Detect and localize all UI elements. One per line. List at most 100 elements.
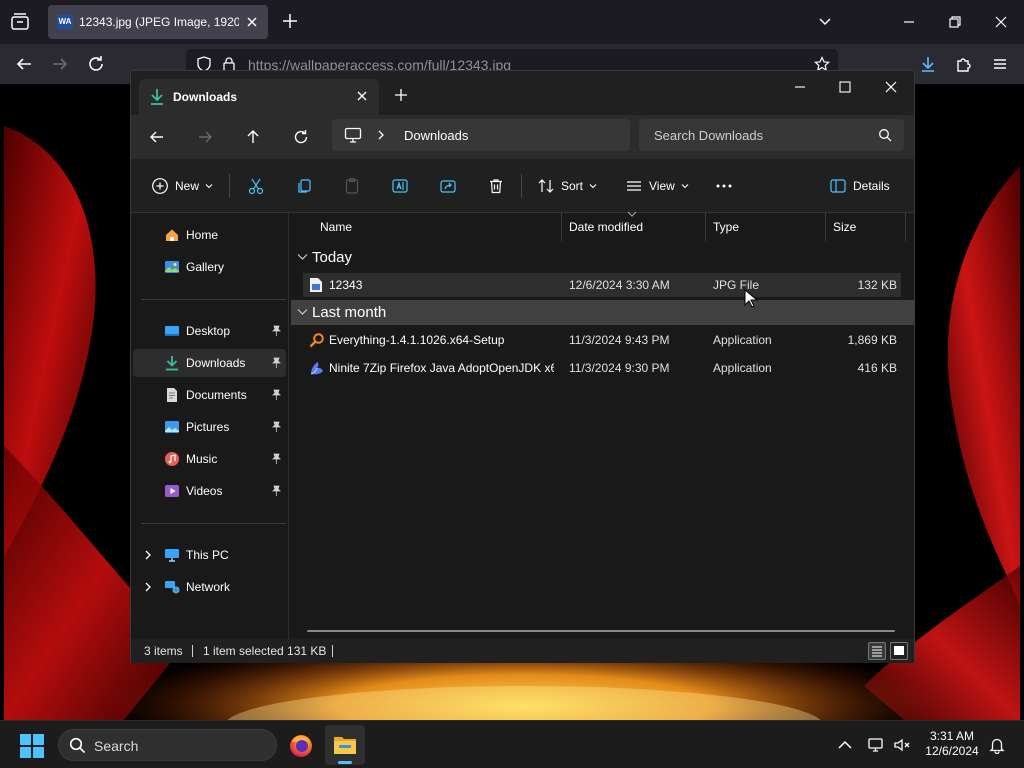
- explorer-tab-downloads[interactable]: Downloads: [139, 79, 379, 115]
- file-size: 416 KB: [857, 361, 897, 375]
- browser-close-icon[interactable]: [991, 12, 1011, 32]
- forward-arrow-icon[interactable]: [195, 127, 215, 147]
- status-item-count: 3 items: [144, 644, 183, 658]
- taskbar-app-file-explorer[interactable]: [325, 725, 365, 765]
- refresh-icon[interactable]: [291, 127, 311, 147]
- sidebar-item-this-pc[interactable]: This PC: [133, 541, 286, 569]
- sidebar-item-documents[interactable]: Documents: [133, 381, 286, 409]
- view-button[interactable]: View: [625, 176, 689, 196]
- file-size: 1,869 KB: [847, 333, 897, 347]
- new-button[interactable]: New: [151, 176, 213, 196]
- group-header-last-month[interactable]: Last month: [291, 300, 914, 325]
- firefox-icon: [290, 735, 312, 757]
- chevron-right-icon[interactable]: [143, 581, 153, 593]
- chevron-down-icon: [297, 254, 308, 260]
- file-row[interactable]: 12343 12/6/2024 3:30 AM JPG File 132 KB: [303, 273, 901, 297]
- address-path-box[interactable]: Downloads: [332, 119, 630, 151]
- more-dots-icon: [716, 184, 732, 188]
- file-row[interactable]: Everything-1.4.1.1026.x64-Setup 11/3/202…: [303, 328, 901, 352]
- copy-button[interactable]: [295, 176, 313, 196]
- browser-tab-title: 12343.jpg (JPEG Image, 1920 × 1080 pixel…: [79, 15, 239, 29]
- up-arrow-icon[interactable]: [243, 127, 263, 147]
- chevron-down-icon[interactable]: [817, 13, 833, 29]
- details-pane-button[interactable]: Details: [829, 176, 890, 196]
- close-tab-icon[interactable]: [244, 14, 260, 30]
- details-view-toggle-icon[interactable]: [868, 642, 886, 660]
- this-pc-monitor-icon: [164, 547, 180, 563]
- sort-button[interactable]: Sort: [537, 176, 597, 196]
- pin-icon[interactable]: [271, 421, 282, 433]
- monitor-icon[interactable]: [344, 127, 362, 143]
- pictures-icon: [164, 419, 180, 435]
- back-arrow-icon[interactable]: [147, 127, 167, 147]
- system-clock[interactable]: 3:31 AM 12/6/2024: [918, 729, 986, 759]
- share-icon: [440, 180, 456, 193]
- file-size: 132 KB: [857, 278, 897, 292]
- browser-restore-icon[interactable]: [945, 12, 965, 32]
- horizontal-scrollbar[interactable]: [307, 630, 895, 632]
- sidebar-item-downloads[interactable]: Downloads: [133, 349, 286, 377]
- clipboard-icon: [345, 177, 359, 194]
- sidebar-item-network[interactable]: Network: [133, 573, 286, 601]
- pin-icon[interactable]: [271, 485, 282, 497]
- pin-icon[interactable]: [271, 325, 282, 337]
- sidebar-label-home: Home: [186, 228, 219, 242]
- extensions-puzzle-icon[interactable]: [954, 54, 974, 74]
- share-button[interactable]: [439, 176, 457, 196]
- gallery-icon: [164, 259, 180, 275]
- details-button-label: Details: [853, 179, 890, 193]
- group-label-today: Today: [312, 249, 353, 266]
- close-tab-icon[interactable]: [355, 89, 369, 103]
- cut-button[interactable]: [247, 176, 265, 196]
- chevron-right-icon[interactable]: [376, 128, 386, 142]
- tiles-view-toggle-icon[interactable]: [890, 642, 908, 660]
- browser-back-arrow-icon[interactable]: [14, 54, 34, 74]
- taskbar-search-box[interactable]: Search: [58, 729, 277, 761]
- sidebar-item-pictures[interactable]: Pictures: [133, 413, 286, 441]
- breadcrumb-downloads[interactable]: Downloads: [404, 128, 468, 143]
- new-tab-plus-icon[interactable]: [280, 11, 300, 31]
- minimize-icon[interactable]: [792, 79, 808, 95]
- everything-app-icon: [309, 332, 324, 348]
- downloads-arrow-icon[interactable]: [918, 54, 938, 74]
- windows-start-icon[interactable]: [19, 733, 45, 759]
- sidebar-item-music[interactable]: Music: [133, 445, 286, 473]
- notification-bell-icon[interactable]: [988, 736, 1006, 755]
- column-header-name[interactable]: Name: [313, 213, 562, 241]
- sidebar-item-videos[interactable]: Videos: [133, 477, 286, 505]
- close-window-icon[interactable]: [883, 79, 899, 95]
- browser-reload-icon[interactable]: [86, 54, 106, 74]
- browser-tab-active[interactable]: WA 12343.jpg (JPEG Image, 1920 × 1080 pi…: [48, 5, 268, 39]
- chevron-up-icon[interactable]: [836, 736, 854, 754]
- sort-button-label: Sort: [561, 179, 584, 193]
- new-tab-plus-icon[interactable]: [393, 87, 409, 103]
- column-header-size[interactable]: Size: [826, 213, 906, 241]
- rename-button[interactable]: [391, 176, 409, 196]
- volume-muted-icon[interactable]: [893, 736, 911, 754]
- group-header-today[interactable]: Today: [291, 245, 914, 270]
- hamburger-menu-icon[interactable]: [990, 54, 1010, 74]
- column-header-type[interactable]: Type: [706, 213, 826, 241]
- explorer-tab-title: Downloads: [173, 90, 238, 104]
- column-header-date[interactable]: Date modified: [562, 213, 706, 241]
- search-downloads-input[interactable]: Search Downloads: [639, 119, 904, 151]
- list-all-tabs-icon[interactable]: [8, 10, 32, 34]
- taskbar-app-firefox[interactable]: [281, 725, 321, 765]
- sidebar-item-desktop[interactable]: Desktop: [133, 317, 286, 345]
- pin-icon[interactable]: [271, 357, 282, 369]
- sidebar-divider: [141, 523, 286, 524]
- browser-forward-arrow-icon[interactable]: [50, 54, 70, 74]
- more-options-button[interactable]: [715, 176, 733, 196]
- sidebar-item-home[interactable]: Home: [133, 221, 286, 249]
- pin-icon[interactable]: [271, 453, 282, 465]
- sidebar-item-gallery[interactable]: Gallery: [133, 253, 286, 281]
- chevron-down-icon: [681, 184, 689, 189]
- pin-icon[interactable]: [271, 389, 282, 401]
- maximize-icon[interactable]: [837, 79, 853, 95]
- delete-button[interactable]: [487, 176, 505, 196]
- file-row[interactable]: Ninite 7Zip Firefox Java AdoptOpenJDK x6…: [303, 356, 901, 380]
- network-monitor-icon[interactable]: [867, 736, 885, 754]
- chevron-right-icon[interactable]: [143, 549, 153, 561]
- paste-button[interactable]: [343, 176, 361, 196]
- browser-minimize-icon[interactable]: [899, 12, 919, 32]
